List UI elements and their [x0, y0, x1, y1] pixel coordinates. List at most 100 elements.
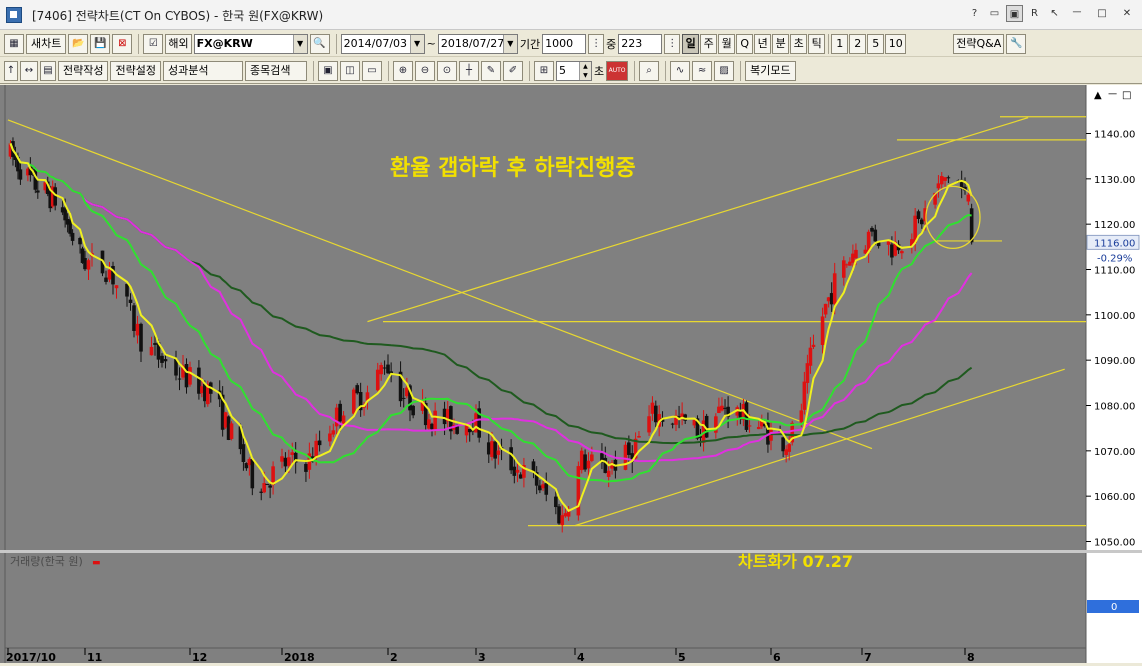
overseas-button[interactable]: 해외 [165, 33, 192, 54]
image-icon[interactable]: ▨ [714, 60, 735, 81]
candle-body [823, 303, 828, 315]
minimize-icon[interactable]: ㅡ [1108, 90, 1117, 101]
count-input[interactable]: 223 [618, 33, 663, 54]
open-folder-icon[interactable]: 📂 [68, 33, 89, 54]
candle-body [283, 457, 288, 467]
period-week-button[interactable]: 주 [700, 33, 718, 54]
multiplier-2-button[interactable]: 2 [849, 33, 867, 54]
multiplier-10-button[interactable]: 10 [885, 33, 907, 54]
count-picker-icon[interactable]: ⋮ [664, 33, 681, 54]
window-layout-2-icon[interactable]: ◫ [339, 60, 360, 81]
strategy-make-button[interactable]: 전략작성 [58, 60, 109, 81]
candle-body [627, 442, 631, 455]
chart-area[interactable]: ▲ ㅡ □ 환율 갭하락 후 하락진행중 차트화가 07.27 거래량(한국 원) ▬… [0, 85, 1142, 664]
period-year-button[interactable]: 년 [754, 33, 772, 54]
minimize-button[interactable]: ㅡ [1066, 5, 1088, 22]
date-from-field[interactable]: 2014/07/03 ▼ [340, 33, 425, 54]
help-icon[interactable]: ? [966, 5, 983, 22]
period-second-button[interactable]: 초 [790, 33, 808, 54]
find-icon[interactable]: ⌕ [639, 60, 660, 81]
candle-body [563, 513, 568, 517]
candle-body [560, 515, 565, 526]
divider [138, 33, 140, 54]
candle-body [606, 470, 611, 477]
period-month-button[interactable]: 월 [718, 33, 736, 54]
candle-body [163, 359, 168, 362]
strategy-qa-button[interactable]: 전략Q&A [953, 33, 1005, 54]
new-chart-button[interactable]: 새차트 [26, 33, 67, 54]
grid-icon[interactable]: ▦ [4, 33, 24, 54]
price-tick-label: 1080.00 [1094, 402, 1135, 413]
spinner-icon[interactable]: ▲ ▼ [578, 61, 591, 80]
checklist-icon[interactable]: ☑ [143, 33, 164, 54]
auto-button[interactable]: AUTO [606, 60, 629, 81]
candle-body [723, 407, 727, 409]
strategy-settings-button[interactable]: 전략설정 [110, 60, 161, 81]
candle-body [188, 367, 192, 385]
multiplier-1-button[interactable]: 1 [831, 33, 849, 54]
candle-body [104, 277, 108, 282]
save-icon[interactable]: 💾 [90, 33, 111, 54]
zoom-in-icon[interactable]: ⊕ [392, 60, 413, 81]
price-chart[interactable]: ▲ ㅡ □ 환율 갭하락 후 하락진행중차트화가 07.27 거래량(한국 원) ▬… [0, 85, 1142, 664]
search-icon[interactable]: 🔍 [309, 33, 330, 54]
symbol-select[interactable]: FX@KRW ▼ [193, 33, 308, 54]
window-layout-1-icon[interactable]: ▣ [317, 60, 338, 81]
divider [828, 33, 830, 54]
close-button[interactable]: ✕ [1116, 5, 1138, 22]
period-quarter-button[interactable]: Q [736, 33, 754, 54]
date-to-field[interactable]: 2018/07/27 ▼ [437, 33, 518, 54]
restore-icon[interactable]: □ [1122, 90, 1131, 101]
layout-icon[interactable]: ▣ [1006, 5, 1023, 22]
chevron-down-icon[interactable]: ▼ [292, 34, 307, 53]
x-tick-label: 2 [390, 651, 398, 663]
delete-icon[interactable]: ⊠ [112, 33, 133, 54]
candle-body [811, 344, 816, 347]
annotation-title: 환율 갭하락 후 하락진행중 [390, 156, 636, 181]
candle-body [756, 426, 761, 430]
wave-chart-icon[interactable]: ≈ [692, 60, 713, 81]
line-chart-icon[interactable]: ∿ [670, 60, 691, 81]
replay-mode-button[interactable]: 복기모드 [745, 60, 796, 81]
calendar-dropdown-icon[interactable]: ▼ [409, 34, 424, 53]
period-input[interactable]: 1000 [542, 33, 587, 54]
candle-body [854, 249, 858, 259]
interval-icon[interactable]: ⊞ [533, 60, 554, 81]
crosshair-icon[interactable]: ┼ [458, 60, 479, 81]
multiplier-5-button[interactable]: 5 [867, 33, 885, 54]
eraser-icon[interactable]: ✎ [480, 60, 501, 81]
volume-marker: ▬ [92, 558, 101, 568]
r-button[interactable]: R [1026, 5, 1043, 22]
candle-body [579, 450, 584, 471]
axis-top-controls[interactable]: ▲ ㅡ □ [1094, 90, 1131, 101]
volume-label: 거래량(한국 원) [10, 555, 83, 568]
period-minute-button[interactable]: 분 [772, 33, 790, 54]
panel-splitter[interactable] [0, 550, 1142, 553]
period-picker-icon[interactable]: ⋮ [588, 33, 605, 54]
arrows-horizontal-icon[interactable]: ↔ [20, 60, 38, 81]
x-tick-label: 3 [478, 651, 486, 663]
arrow-up-icon[interactable]: ↑ [4, 60, 18, 81]
wrench-icon[interactable]: 🔧 [1006, 33, 1027, 54]
candle-body [135, 323, 140, 336]
candle-body [314, 440, 318, 458]
candle-body [352, 389, 356, 414]
strategy-icon[interactable]: ▤ [40, 60, 56, 81]
period-day-button[interactable]: 일 [682, 33, 700, 54]
zoom-reset-icon[interactable]: ⊙ [436, 60, 457, 81]
pin-icon[interactable]: ↖ [1046, 5, 1063, 22]
zoom-out-icon[interactable]: ⊖ [414, 60, 435, 81]
performance-analysis-button[interactable]: 성과분석 [162, 60, 243, 81]
symbol-search-button[interactable]: 종목검색 [244, 60, 307, 81]
interval-input[interactable]: 5 ▲ ▼ [555, 60, 592, 81]
maximize-button[interactable]: □ [1091, 5, 1113, 22]
candle-body [290, 452, 295, 455]
collapse-icon[interactable]: ▲ [1094, 90, 1102, 101]
tile-icon[interactable]: ▭ [986, 5, 1003, 22]
calendar-dropdown-icon[interactable]: ▼ [502, 34, 517, 53]
candle-body [870, 227, 874, 232]
draw-tool-icon[interactable]: ✐ [502, 60, 523, 81]
candle-body [125, 283, 129, 297]
period-tick-button[interactable]: 틱 [808, 33, 826, 54]
window-layout-3-icon[interactable]: ▭ [361, 60, 382, 81]
